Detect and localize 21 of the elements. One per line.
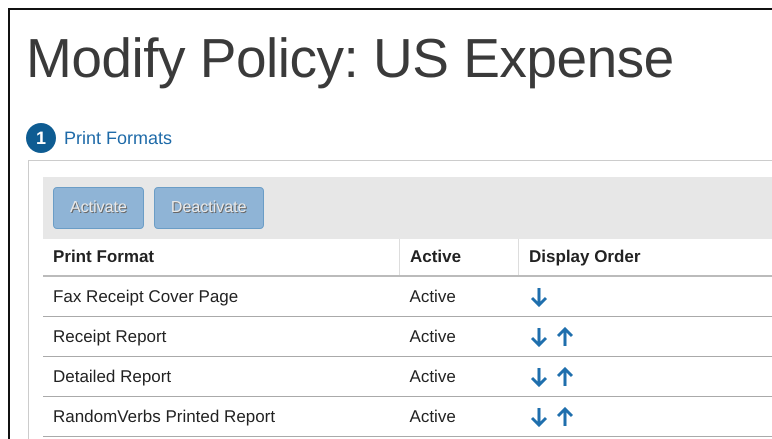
- move-down-icon[interactable]: [528, 366, 548, 388]
- column-header[interactable]: Active: [400, 239, 518, 276]
- table-cell: Active: [400, 316, 518, 356]
- move-up-icon[interactable]: [554, 406, 574, 428]
- table-cell: Detailed Report: [43, 356, 400, 396]
- section-title: Print Formats: [64, 128, 172, 148]
- table-cell: Receipt Report: [43, 316, 400, 356]
- move-down-icon[interactable]: [528, 406, 548, 428]
- column-header[interactable]: Print Format: [43, 239, 400, 276]
- table-cell: Active: [400, 356, 518, 396]
- move-down-icon[interactable]: [528, 326, 548, 348]
- table-cell: Active: [400, 276, 518, 316]
- move-down-icon[interactable]: [528, 286, 548, 308]
- page-title: Modify Policy: US Expense: [26, 26, 674, 91]
- move-up-icon[interactable]: [554, 326, 574, 348]
- table-cell: Active: [400, 396, 518, 436]
- table-cell: RandomVerbs Printed Report: [43, 396, 400, 436]
- move-up-icon[interactable]: [554, 366, 574, 388]
- column-header[interactable]: Display Order: [518, 239, 772, 276]
- table-cell: Fax Receipt Cover Page: [43, 276, 400, 316]
- step-number: 1: [26, 123, 56, 153]
